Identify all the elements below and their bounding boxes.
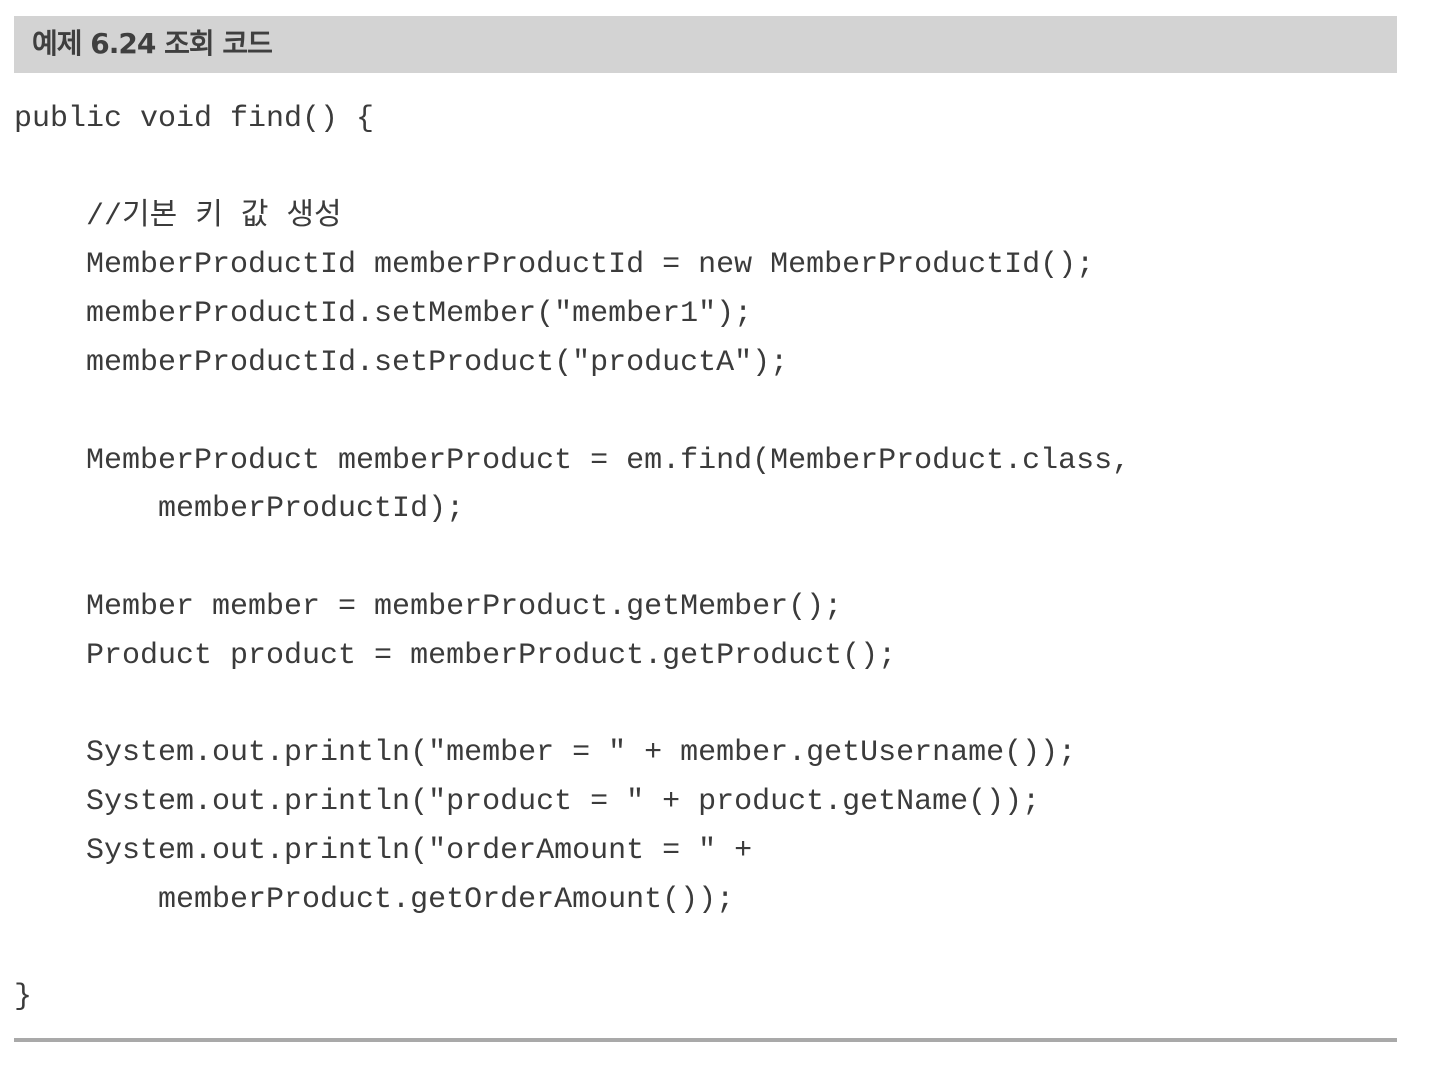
code-line: memberProductId.setProduct("productA"); — [14, 345, 789, 380]
code-line: Product product = memberProduct.getProdu… — [14, 638, 897, 673]
example-caption-title: 예제 6.24 조회 코드 — [32, 27, 273, 60]
code-listing: public void find() { //기본 키 값 생성 MemberP… — [14, 95, 1397, 1022]
bottom-divider — [14, 1038, 1397, 1042]
code-line: Member member = memberProduct.getMember(… — [14, 589, 843, 624]
code-line: System.out.println("orderAmount = " + — [14, 833, 753, 868]
code-line: memberProductId); — [14, 492, 465, 527]
code-line: public void find() { — [14, 102, 375, 136]
code-line: System.out.println("member = " + member.… — [14, 736, 1077, 771]
code-line: memberProductId.setMember("member1"); — [14, 297, 753, 332]
code-line: memberProduct.getOrderAmount()); — [14, 882, 735, 917]
code-line: MemberProduct memberProduct = em.find(Me… — [14, 443, 1131, 478]
code-line: } — [14, 980, 33, 1015]
code-line: MemberProductId memberProductId = new Me… — [14, 248, 1095, 283]
code-line: System.out.println("product = " + produc… — [14, 785, 1041, 820]
example-caption-bar: 예제 6.24 조회 코드 — [14, 16, 1397, 73]
code-comment-line: //기본 키 값 생성 — [14, 199, 342, 234]
